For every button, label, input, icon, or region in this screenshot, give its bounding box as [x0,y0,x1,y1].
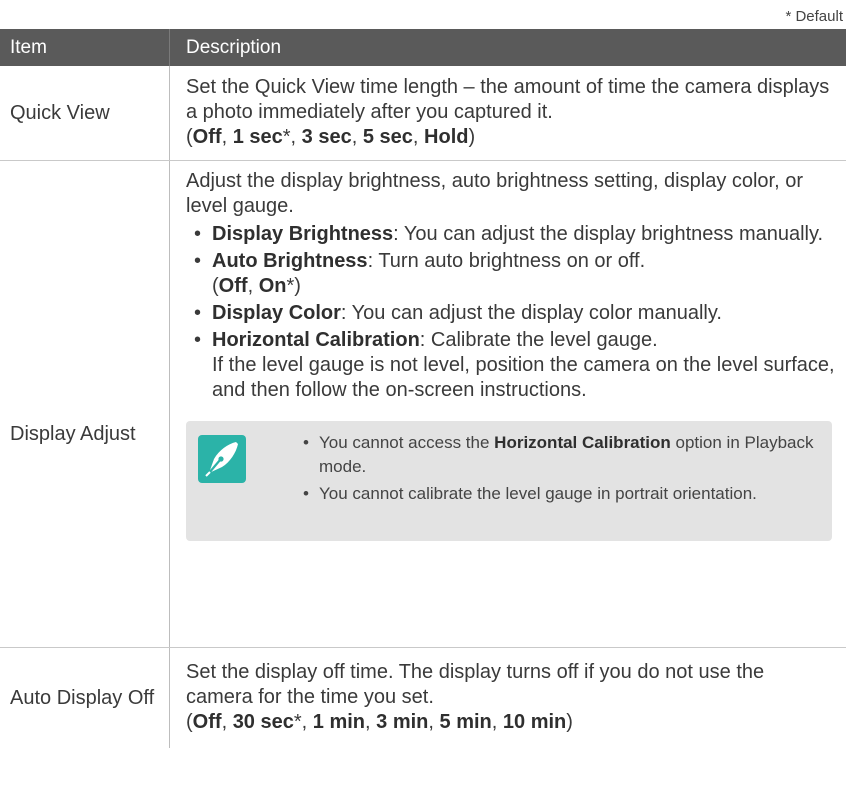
row-description-quick-view: Set the Quick View time length – the amo… [169,66,846,160]
note-list: You cannot access the Horizontal Calibra… [303,431,822,509]
options-list: (Off, 1 sec*, 3 sec, 5 sec, Hold) [186,126,476,148]
description-intro: Adjust the display brightness, auto brig… [186,170,804,217]
note-item: You cannot access the Horizontal Calibra… [303,431,822,479]
header-description: Description [169,29,846,66]
description-text: Set the display off time. The display tu… [186,661,765,708]
bullet-list: Display Brightness: You can adjust the d… [186,222,836,403]
row-item-quick-view: Quick View [10,101,110,124]
row-item-display-adjust: Display Adjust [10,422,136,445]
list-item: Display Color: You can adjust the displa… [186,301,836,326]
table-row: Display Adjust Adjust the display bright… [0,161,846,648]
pen-nib-icon [198,435,246,483]
list-item: Display Brightness: You can adjust the d… [186,222,836,247]
note-item: You cannot calibrate the level gauge in … [303,482,822,506]
description-text: Set the Quick View time length – the amo… [186,76,830,123]
note-box: You cannot access the Horizontal Calibra… [186,421,832,541]
list-item: Horizontal Calibration: Calibrate the le… [186,328,836,403]
table-header: Item Description [0,29,846,66]
table-row: Auto Display Off Set the display off tim… [0,648,846,748]
settings-table: Item Description Quick View Set the Quic… [0,29,846,748]
row-description-auto-display-off: Set the display off time. The display tu… [169,648,846,748]
list-item: Auto Brightness: Turn auto brightness on… [186,249,836,299]
table-row: Quick View Set the Quick View time lengt… [0,66,846,161]
row-item-auto-display-off: Auto Display Off [10,686,155,709]
options-list: (Off, 30 sec*, 1 min, 3 min, 5 min, 10 m… [186,711,573,733]
default-footnote: * Default [785,8,843,25]
row-description-display-adjust: Adjust the display brightness, auto brig… [169,161,846,647]
header-item: Item [10,36,47,58]
